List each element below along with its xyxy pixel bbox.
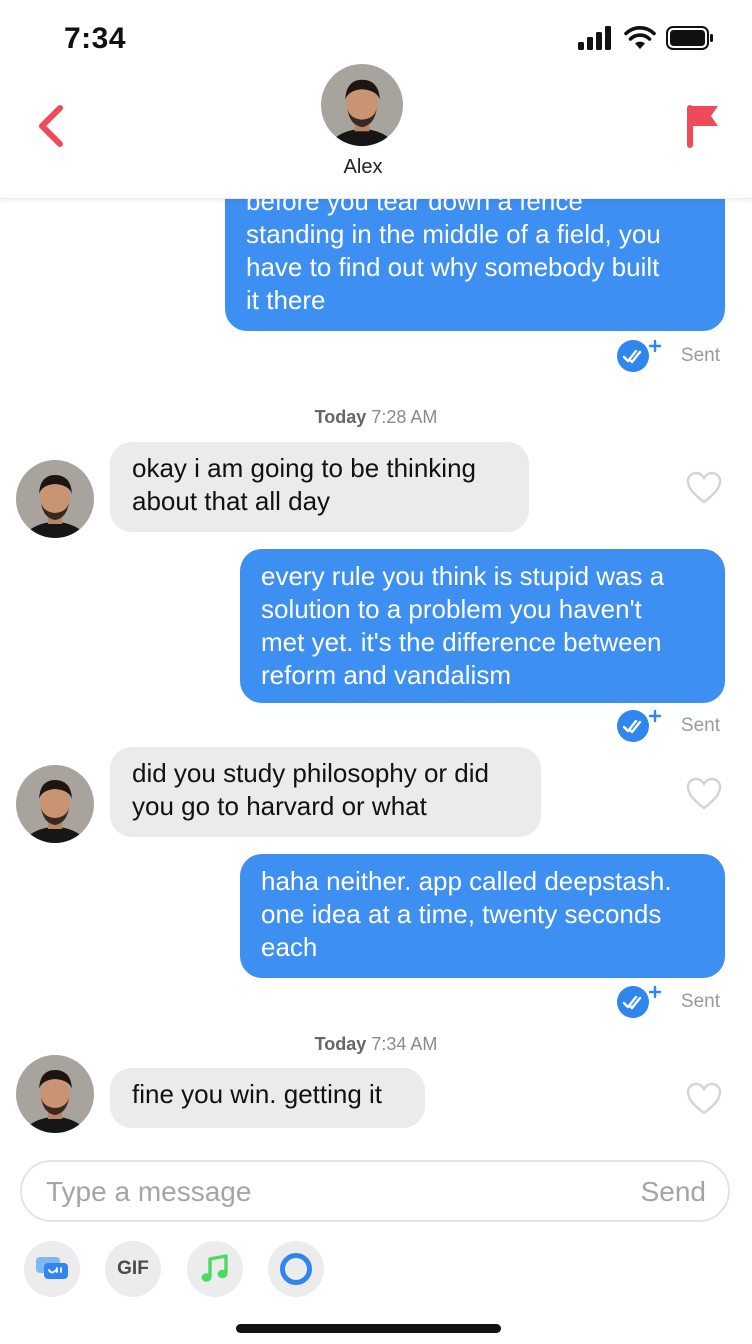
message-line: one idea at a time, twenty seconds	[261, 899, 662, 929]
message-status: Sent	[615, 708, 720, 744]
incoming-message-bubble[interactable]: fine you win. getting it	[110, 1068, 425, 1128]
incoming-message-bubble[interactable]: okay i am going to be thinking about tha…	[110, 442, 529, 532]
send-button[interactable]: Send	[641, 1176, 706, 1208]
heart-icon[interactable]	[686, 1082, 722, 1116]
contact-avatar[interactable]	[16, 765, 94, 843]
message-line: you go to harvard or what	[132, 791, 427, 821]
outgoing-message-bubble[interactable]: every rule you think is stupid was a sol…	[240, 549, 725, 703]
read-receipt-icon	[616, 985, 662, 1018]
outgoing-message-bubble[interactable]: haha neither. app called deepstash. one …	[240, 854, 725, 978]
read-receipt-icon	[616, 339, 662, 372]
status-time: 7:34	[64, 22, 127, 55]
back-chevron-icon[interactable]	[36, 104, 66, 148]
timestamp-time: 7:34 AM	[371, 1034, 438, 1054]
message-input[interactable]	[44, 1162, 608, 1222]
message-line: solution to a problem you haven't	[261, 594, 642, 624]
gif-label: GIF	[117, 1258, 149, 1279]
contact-avatar[interactable]	[16, 460, 94, 538]
heart-icon[interactable]	[686, 777, 722, 811]
message-line: standing in the middle of a field, you	[246, 219, 661, 249]
status-icons	[578, 26, 714, 50]
heart-icon[interactable]	[686, 471, 722, 505]
battery-icon	[666, 26, 713, 50]
message-line: reform and vandalism	[261, 660, 511, 690]
avatar-photo-icon	[16, 1055, 94, 1133]
sent-label: Sent	[680, 715, 720, 736]
message-status: Sent	[615, 984, 720, 1020]
wifi-icon	[624, 26, 656, 49]
home-indicator[interactable]	[236, 1324, 501, 1333]
message-line: did you study philosophy or did	[132, 758, 490, 788]
timestamp-day: Today	[314, 1034, 367, 1054]
message-line: haha neither. app called deepstash.	[261, 866, 672, 896]
message-line: it there	[246, 285, 326, 315]
sticker-button[interactable]	[24, 1241, 80, 1297]
incoming-message-bubble[interactable]: did you study philosophy or did you go t…	[110, 747, 541, 837]
header-avatar[interactable]	[321, 64, 403, 146]
message-line: have to find out why somebody built	[246, 252, 660, 282]
message-line: every rule you think is stupid was a	[261, 561, 665, 591]
message-composer: Send	[20, 1160, 730, 1222]
timestamp-divider: Today 7:34 AM	[0, 1034, 752, 1055]
cellular-signal-icon	[578, 26, 611, 50]
ring-icon	[280, 1253, 312, 1285]
message-line: fine you win. getting it	[132, 1079, 383, 1109]
report-flag-icon[interactable]	[684, 102, 722, 150]
timestamp-time: 7:28 AM	[371, 407, 438, 427]
message-line: each	[261, 932, 318, 962]
message-line: about that all day	[132, 486, 331, 516]
chat-header: 7:34 Alex	[0, 0, 752, 199]
timestamp-divider: Today 7:28 AM	[0, 407, 752, 428]
status-bar: 7:34	[0, 0, 752, 70]
music-button[interactable]	[187, 1241, 243, 1297]
music-note-icon	[201, 1254, 228, 1282]
avatar-photo-icon	[16, 460, 94, 538]
chat-bubbles-icon	[36, 1257, 68, 1279]
message-line: okay i am going to be thinking	[132, 453, 476, 483]
sent-label: Sent	[680, 345, 720, 366]
circle-button[interactable]	[268, 1241, 324, 1297]
gif-button[interactable]: GIF	[105, 1241, 161, 1297]
contact-avatar[interactable]	[16, 1055, 94, 1133]
avatar-photo-icon	[321, 64, 403, 146]
message-status: Sent	[615, 338, 720, 374]
message-line: met yet. it's the difference between	[261, 627, 662, 657]
contact-name[interactable]: Alex	[0, 156, 726, 179]
sent-label: Sent	[680, 991, 720, 1012]
avatar-photo-icon	[16, 765, 94, 843]
read-receipt-icon	[616, 709, 662, 742]
timestamp-day: Today	[314, 407, 367, 427]
